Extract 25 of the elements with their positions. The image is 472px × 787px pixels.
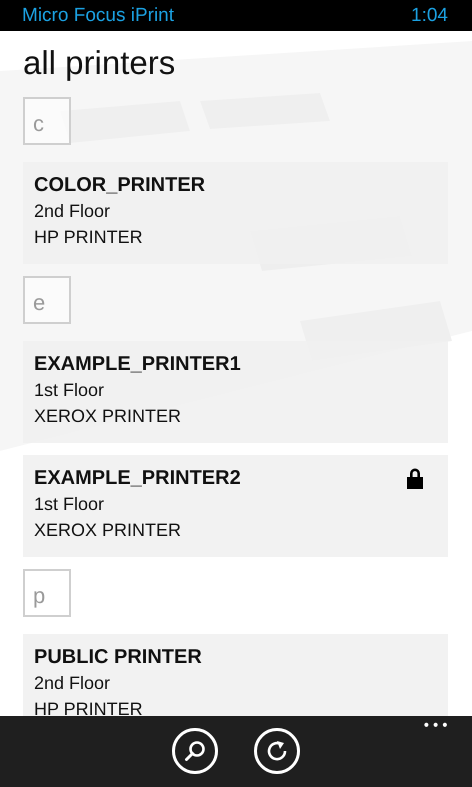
app-name: Micro Focus iPrint [22, 4, 174, 26]
refresh-icon [266, 740, 288, 762]
refresh-button[interactable] [254, 728, 300, 774]
printer-item[interactable]: PUBLIC PRINTER 2nd Floor HP PRINTER [23, 634, 448, 716]
printer-location: 1st Floor [34, 379, 104, 402]
printer-item[interactable]: EXAMPLE_PRINTER2 1st Floor XEROX PRINTER [23, 455, 448, 557]
printer-model: HP PRINTER [34, 698, 143, 716]
clock-time: 1:04 [411, 4, 448, 26]
printer-location: 2nd Floor [34, 200, 110, 223]
search-button[interactable] [172, 728, 218, 774]
page-title: all printers [23, 43, 176, 83]
printer-model: XEROX PRINTER [34, 405, 182, 428]
printer-name: EXAMPLE_PRINTER1 [34, 352, 241, 377]
lock-icon [406, 467, 424, 489]
printer-location: 1st Floor [34, 493, 104, 516]
search-icon [184, 740, 206, 762]
printer-name: COLOR_PRINTER [34, 173, 206, 198]
printer-model: HP PRINTER [34, 226, 143, 249]
printer-name: EXAMPLE_PRINTER2 [34, 466, 241, 491]
printer-item[interactable]: EXAMPLE_PRINTER1 1st Floor XEROX PRINTER [23, 341, 448, 443]
printer-name: PUBLIC PRINTER [34, 645, 202, 670]
printer-model: XEROX PRINTER [34, 519, 182, 542]
printer-location: 2nd Floor [34, 672, 110, 695]
printer-item[interactable]: COLOR_PRINTER 2nd Floor HP PRINTER [23, 162, 448, 264]
more-button[interactable]: ••• [422, 718, 450, 734]
